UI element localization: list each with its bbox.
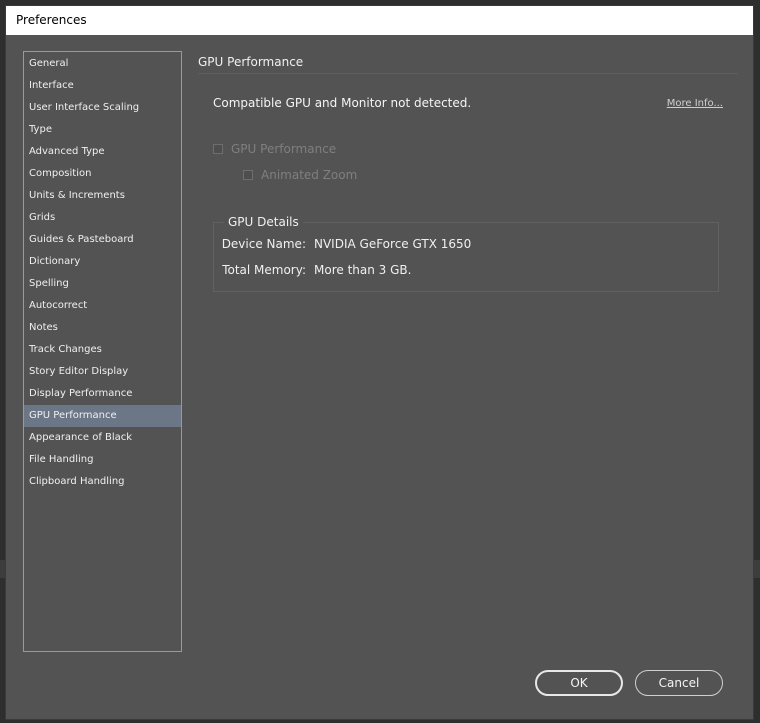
total-memory-value: More than 3 GB. xyxy=(314,263,412,277)
category-list: General Interface User Interface Scaling Ty… xyxy=(24,52,181,493)
sidebar-item-clipboard-handling[interactable]: Clipboard Handling xyxy=(24,471,181,493)
preferences-dialog: Preferences General Interface User Interfa… xyxy=(5,5,754,720)
sidebar-item-spelling[interactable]: Spelling xyxy=(24,273,181,295)
sidebar-item-user-interface-scaling[interactable]: User Interface Scaling xyxy=(24,97,181,119)
sidebar-item-grids[interactable]: Grids xyxy=(24,207,181,229)
sidebar-item-file-handling[interactable]: File Handling xyxy=(24,449,181,471)
sidebar-item-notes[interactable]: Notes xyxy=(24,317,181,339)
sidebar-item-autocorrect[interactable]: Autocorrect xyxy=(24,295,181,317)
sidebar-item-units-and-increments[interactable]: Units & Increments xyxy=(24,185,181,207)
dialog-title: Preferences xyxy=(6,6,753,35)
gpu-details-title: GPU Details xyxy=(224,215,303,229)
gpu-performance-panel: GPU Performance Compatible GPU and Monit… xyxy=(198,51,738,292)
sidebar-item-dictionary[interactable]: Dictionary xyxy=(24,251,181,273)
sidebar-item-appearance-of-black[interactable]: Appearance of Black xyxy=(24,427,181,449)
sidebar-item-type[interactable]: Type xyxy=(24,119,181,141)
background-edge-right xyxy=(754,560,760,578)
sidebar-item-advanced-type[interactable]: Advanced Type xyxy=(24,141,181,163)
sidebar-item-story-editor-display[interactable]: Story Editor Display xyxy=(24,361,181,383)
sidebar-item-general[interactable]: General xyxy=(24,53,181,75)
device-name-value: NVIDIA GeForce GTX 1650 xyxy=(314,237,472,251)
cancel-button[interactable]: Cancel xyxy=(635,670,723,696)
gpu-performance-checkbox[interactable] xyxy=(213,144,223,154)
total-memory-label: Total Memory: xyxy=(222,263,306,277)
animated-zoom-checkbox-label: Animated Zoom xyxy=(261,168,358,182)
more-info-link[interactable]: More Info... xyxy=(667,98,723,109)
gpu-status-text: Compatible GPU and Monitor not detected. xyxy=(213,96,472,110)
gpu-performance-checkbox-label: GPU Performance xyxy=(231,142,337,156)
section-title: GPU Performance xyxy=(198,51,738,74)
sidebar-item-display-performance[interactable]: Display Performance xyxy=(24,383,181,405)
ok-button[interactable]: OK xyxy=(535,670,623,696)
sidebar-item-composition[interactable]: Composition xyxy=(24,163,181,185)
gpu-details-group: GPU Details Device Name: NVIDIA GeForce … xyxy=(213,215,719,292)
sidebar-item-track-changes[interactable]: Track Changes xyxy=(24,339,181,361)
sidebar-item-guides-and-pasteboard[interactable]: Guides & Pasteboard xyxy=(24,229,181,251)
animated-zoom-checkbox[interactable] xyxy=(243,170,253,180)
sidebar-item-gpu-performance[interactable]: GPU Performance xyxy=(24,405,181,427)
device-name-label: Device Name: xyxy=(221,237,306,251)
sidebar-item-interface[interactable]: Interface xyxy=(24,75,181,97)
animated-zoom-checkbox-row[interactable]: Animated Zoom xyxy=(243,168,357,182)
gpu-performance-checkbox-row[interactable]: GPU Performance xyxy=(213,142,336,156)
preferences-category-list[interactable]: General Interface User Interface Scaling Ty… xyxy=(23,51,182,652)
